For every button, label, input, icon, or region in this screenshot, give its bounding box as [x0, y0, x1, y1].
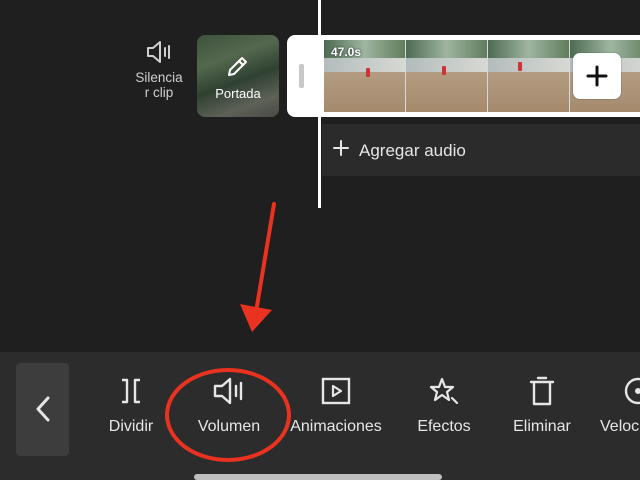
clip-duration: 47.0s	[331, 45, 362, 59]
animation-play-icon	[321, 377, 351, 405]
cover-label: Portada	[215, 86, 261, 101]
trash-icon	[529, 376, 555, 406]
mute-clip-label: Silencia r clip	[135, 70, 183, 100]
split-icon	[122, 378, 140, 404]
timeline-area: Silencia r clip Portada 47.0s Agregar au…	[0, 0, 640, 352]
tool-animations[interactable]: Animaciones	[281, 376, 391, 436]
tool-label: Veloc	[600, 418, 640, 435]
clip-frame	[488, 40, 570, 112]
speed-icon	[624, 377, 640, 405]
speaker-icon	[147, 41, 170, 63]
clip-frame	[406, 40, 488, 112]
tool-effects[interactable]: Efectos	[389, 376, 499, 436]
tool-speed[interactable]: Veloc	[585, 376, 640, 436]
clip-trim-handle[interactable]	[299, 64, 304, 88]
effects-star-icon	[429, 377, 459, 405]
annotation-arrow	[240, 202, 276, 332]
tool-label: Eliminar	[513, 418, 571, 435]
annotation-circle	[165, 368, 291, 462]
back-button[interactable]	[16, 363, 69, 456]
pencil-icon	[228, 57, 247, 76]
mute-clip-button[interactable]: Silencia r clip	[128, 40, 190, 110]
plus-icon	[333, 140, 349, 156]
add-clip-button[interactable]	[573, 53, 621, 99]
add-audio-label: Agregar audio	[359, 141, 466, 160]
edit-toolbar: Dividir Volumen Animaciones Efectos Elim…	[0, 352, 640, 480]
tool-label: Efectos	[417, 418, 471, 435]
chevron-left-icon	[36, 396, 50, 422]
home-indicator	[194, 474, 442, 480]
tool-label: Animaciones	[290, 418, 382, 435]
tool-delete[interactable]: Eliminar	[487, 376, 597, 436]
plus-icon	[586, 65, 608, 87]
video-clip-track[interactable]: 47.0s	[287, 35, 640, 117]
playhead[interactable]	[318, 0, 321, 208]
add-audio-button[interactable]: Agregar audio	[322, 124, 640, 176]
cover-thumbnail-button[interactable]: Portada	[197, 35, 279, 117]
